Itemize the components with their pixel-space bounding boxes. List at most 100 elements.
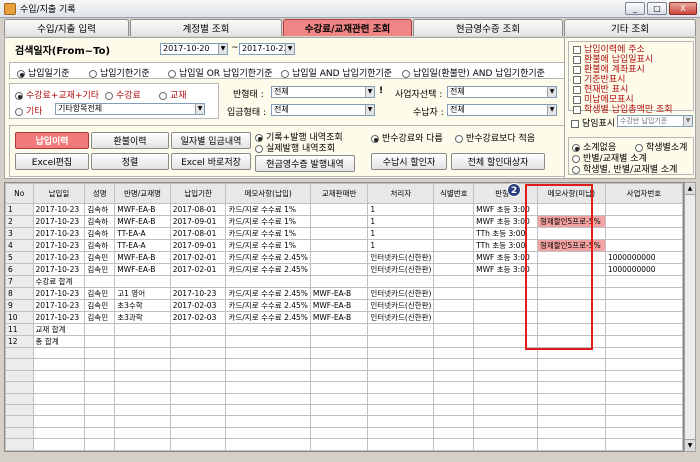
tab-cash-receipt[interactable]: 현금영수증 조회 [413, 19, 563, 36]
table-cell[interactable]: 2017-10-23 [32, 263, 86, 276]
table-cell[interactable] [604, 299, 683, 312]
column-header[interactable]: 납입기한 [169, 183, 227, 204]
table-cell[interactable] [114, 335, 171, 348]
excel-save-button[interactable]: Excel 바로저장 [171, 153, 251, 170]
table-cell[interactable]: 카드/지로 수수료 2.45% [225, 299, 311, 312]
table-cell[interactable]: TTh 초등 3:00 [473, 239, 538, 252]
tab-account-search[interactable]: 계정별 조회 [130, 19, 282, 36]
table-cell[interactable] [604, 275, 683, 288]
table-cell[interactable]: MWF-EA-B [309, 299, 369, 312]
table-cell[interactable]: 2017-09-01 [169, 239, 227, 252]
table-cell[interactable]: 2017-10-23 [32, 299, 86, 312]
table-cell[interactable]: 형제할인5프로-5% [536, 215, 606, 228]
table-row[interactable]: 4 2017-10-23 김속하 TT-EA-A 2017-09-01 카드/지로 수수료… [5, 239, 683, 252]
column-header[interactable]: No [5, 183, 34, 204]
row-number[interactable]: 10 [5, 311, 34, 324]
table-cell[interactable]: MWF-EA-B [114, 263, 171, 276]
table-cell[interactable] [536, 203, 606, 216]
table-cell[interactable]: 2017-10-23 [32, 203, 86, 216]
table-cell[interactable]: 초3과학 [114, 311, 171, 324]
column-header[interactable]: 반명/교재명 [114, 183, 171, 204]
table-cell[interactable]: 1 [367, 203, 435, 216]
table-cell[interactable] [309, 251, 369, 264]
table-cell[interactable]: 김속하 [84, 215, 116, 228]
table-cell[interactable]: 인터넷카드(신한판) [367, 299, 435, 312]
table-cell[interactable]: 카드/지로 수수료 1% [225, 203, 311, 216]
table-cell[interactable]: 김속하 [84, 203, 116, 216]
table-cell[interactable]: 2017-10-23 [32, 251, 86, 264]
table-cell[interactable]: MWF-EA-B [114, 215, 171, 228]
table-cell[interactable] [473, 323, 538, 336]
excel-edit-button[interactable]: Excel편집 [15, 153, 89, 170]
table-cell[interactable]: 총 합계 [32, 335, 86, 348]
table-cell[interactable] [433, 299, 475, 312]
radio-differs-tuition[interactable]: 반수강료와 다름 [371, 131, 443, 144]
table-cell[interactable]: 2017-10-23 [32, 227, 86, 240]
table-cell[interactable]: TT-EA-A [114, 239, 171, 252]
radio-all-types[interactable]: 수강료+교재+기타 [15, 88, 99, 101]
table-cell[interactable] [604, 203, 683, 216]
table-cell[interactable]: MWF-EA-B [309, 287, 369, 300]
table-cell[interactable]: 김속하 [84, 239, 116, 252]
table-cell[interactable]: 2017-10-23 [32, 215, 86, 228]
table-cell[interactable]: 김속민 [84, 299, 116, 312]
tab-income-input[interactable]: 수입/지출 입력 [4, 19, 129, 36]
table-cell[interactable]: 1 [367, 227, 435, 240]
table-cell[interactable] [84, 335, 116, 348]
table-cell[interactable] [309, 335, 369, 348]
row-number[interactable]: 1 [5, 203, 34, 216]
sort-button[interactable]: 정렬 [91, 153, 169, 170]
table-cell[interactable] [309, 227, 369, 240]
table-cell[interactable]: 인터넷카드(신한판) [367, 287, 435, 300]
table-row[interactable]: 5 2017-10-23 김속민 MWF-EA-B 2017-02-01 카드/지로 수수… [5, 251, 683, 264]
radio-student-class-subtotal[interactable]: 학생별, 반별/교재별 소계 [572, 162, 677, 175]
table-cell[interactable]: 인터넷카드(신한판) [367, 251, 435, 264]
table-cell[interactable] [225, 275, 311, 288]
table-cell[interactable]: 1 [367, 215, 435, 228]
class-form-select[interactable]: 전체 ▼ [271, 86, 375, 98]
table-cell[interactable] [225, 335, 311, 348]
column-header[interactable]: 메모사항(미납) [536, 183, 606, 204]
table-cell[interactable] [473, 287, 538, 300]
table-cell[interactable] [536, 227, 606, 240]
row-number[interactable]: 7 [5, 275, 34, 288]
table-cell[interactable] [169, 335, 227, 348]
table-cell[interactable] [473, 335, 538, 348]
table-row[interactable]: 2 2017-10-23 김속하 MWF-EA-B 2017-09-01 카드/지로 수수… [5, 215, 683, 228]
table-cell[interactable]: 김속민 [84, 263, 116, 276]
column-header[interactable]: 교재판매반 [309, 183, 369, 204]
table-cell[interactable] [433, 335, 475, 348]
table-cell[interactable]: 카드/지로 수수료 1% [225, 239, 311, 252]
table-cell[interactable]: 카드/지로 수수료 2.45% [225, 287, 311, 300]
table-cell[interactable] [367, 335, 435, 348]
row-number[interactable]: 8 [5, 287, 34, 300]
table-cell[interactable]: 2017-02-01 [169, 263, 227, 276]
table-cell[interactable]: TTh 초등 3:00 [473, 227, 538, 240]
table-cell[interactable] [225, 323, 311, 336]
radio-less-tuition[interactable]: 반수강료보다 적음 [455, 131, 535, 144]
table-cell[interactable] [536, 335, 606, 348]
column-header[interactable]: 사업자번호 [604, 183, 683, 204]
records-grid[interactable]: No 납입일 성명 반명/교재명 납입기한 메모사항(납입) 교재판매반 처리자 식별번호 반형태… [4, 182, 684, 452]
table-cell[interactable]: 2017-10-23 [169, 287, 227, 300]
receipt-discount-button[interactable]: 수납시 할인자 [371, 153, 447, 170]
table-cell[interactable]: 2017-10-23 [32, 287, 86, 300]
table-cell[interactable] [433, 215, 475, 228]
tab-etc-search[interactable]: 기타 조회 [564, 19, 696, 36]
row-number[interactable]: 2 [5, 215, 34, 228]
scroll-down-icon[interactable]: ▼ [685, 439, 695, 451]
receiver-select[interactable]: 전체 ▼ [447, 104, 557, 116]
table-row[interactable]: 11 교재 합계 [5, 323, 683, 336]
opt-student-total[interactable]: 학생별 납입총액만 조회 [573, 102, 673, 115]
radio-tuition[interactable]: 수강료 [105, 88, 141, 101]
radio-etc[interactable]: 기타 [15, 104, 43, 117]
table-cell[interactable]: MWF 초등 3:00 [473, 203, 538, 216]
table-cell[interactable]: MWF-EA-B [114, 203, 171, 216]
maximize-button[interactable]: □ [647, 2, 667, 15]
table-cell[interactable] [433, 287, 475, 300]
homeroom-select[interactable]: 수강반 납입기준 ▼ [617, 115, 693, 127]
table-cell[interactable]: 2017-09-01 [169, 215, 227, 228]
row-number[interactable]: 9 [5, 299, 34, 312]
daily-summary-button[interactable]: 일자별 입금내역 [171, 132, 251, 149]
column-header[interactable]: 납입일 [32, 183, 86, 204]
